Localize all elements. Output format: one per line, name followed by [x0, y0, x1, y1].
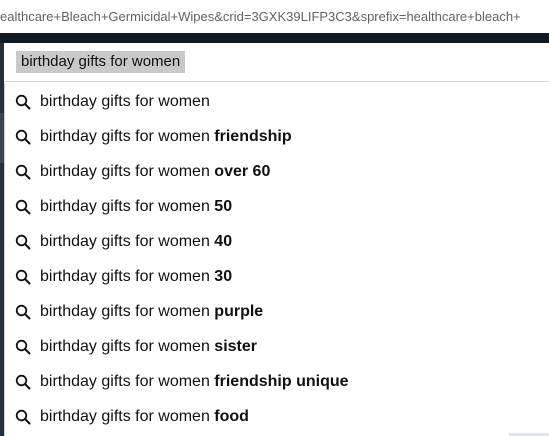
- address-bar[interactable]: ealthcare+Bleach+Germicidal+Wipes&crid=3…: [0, 0, 549, 33]
- suggestion-base-text: birthday gifts for women: [40, 407, 215, 425]
- suggestion-item[interactable]: birthday gifts for women friendship: [5, 119, 549, 154]
- suggestion-base-text: birthday gifts for women: [40, 232, 215, 250]
- suggestion-base-text: birthday gifts for women: [40, 127, 215, 145]
- search-icon: [15, 164, 31, 179]
- search-icon: [15, 269, 31, 284]
- suggestion-completion-text: purple: [214, 302, 264, 320]
- suggestion-item[interactable]: birthday gifts for women 50: [5, 189, 549, 224]
- search-icon: [15, 374, 31, 389]
- suggestion-base-text: birthday gifts for women: [40, 302, 215, 320]
- suggestion-base-text: birthday gifts for women: [40, 372, 215, 390]
- suggestion-base-text: birthday gifts for women: [40, 197, 215, 215]
- suggestion-item[interactable]: birthday gifts for women sister: [5, 329, 549, 364]
- suggestion-item[interactable]: birthday gifts for women purple: [5, 294, 549, 329]
- suggestion-base-text: birthday gifts for women: [40, 162, 215, 180]
- suggestion-completion-text: over 60: [214, 162, 271, 180]
- suggestion-completion-text: friendship: [214, 127, 292, 145]
- suggestion-item[interactable]: birthday gifts for women: [5, 84, 549, 119]
- site-header-strip: [0, 33, 549, 43]
- search-icon: [15, 409, 31, 424]
- search-icon: [15, 94, 31, 109]
- search-icon: [15, 304, 31, 319]
- search-input[interactable]: birthday gifts for women: [16, 51, 186, 73]
- address-bar-url: ealthcare+Bleach+Germicidal+Wipes&crid=3…: [0, 9, 521, 24]
- suggestion-base-text: birthday gifts for women: [40, 267, 215, 285]
- suggestion-completion-text: sister: [214, 337, 257, 355]
- suggestion-completion-text: friendship unique: [214, 372, 349, 390]
- suggestion-completion-text: 40: [214, 232, 233, 250]
- suggestion-completion-text: food: [214, 407, 249, 425]
- autocomplete-dropdown: birthday gifts for women birthday gifts f…: [4, 83, 549, 436]
- suggestion-item[interactable]: birthday gifts for women friendship uniq…: [5, 364, 549, 399]
- search-icon: [15, 129, 31, 144]
- suggestion-base-text: birthday gifts for women: [40, 337, 215, 355]
- suggestion-item[interactable]: birthday gifts for women over 60: [5, 154, 549, 189]
- search-box[interactable]: birthday gifts for women: [4, 43, 549, 82]
- search-icon: [15, 339, 31, 354]
- search-icon: [15, 199, 31, 214]
- search-icon: [15, 234, 31, 249]
- suggestion-completion-text: 50: [214, 197, 233, 215]
- suggestion-base-text: birthday gifts for women: [40, 92, 210, 110]
- suggestion-item[interactable]: birthday gifts for women 40: [5, 224, 549, 259]
- suggestion-completion-text: 30: [214, 267, 233, 285]
- suggestion-item[interactable]: birthday gifts for women food: [5, 399, 549, 434]
- suggestion-item[interactable]: birthday gifts for women 30: [5, 259, 549, 294]
